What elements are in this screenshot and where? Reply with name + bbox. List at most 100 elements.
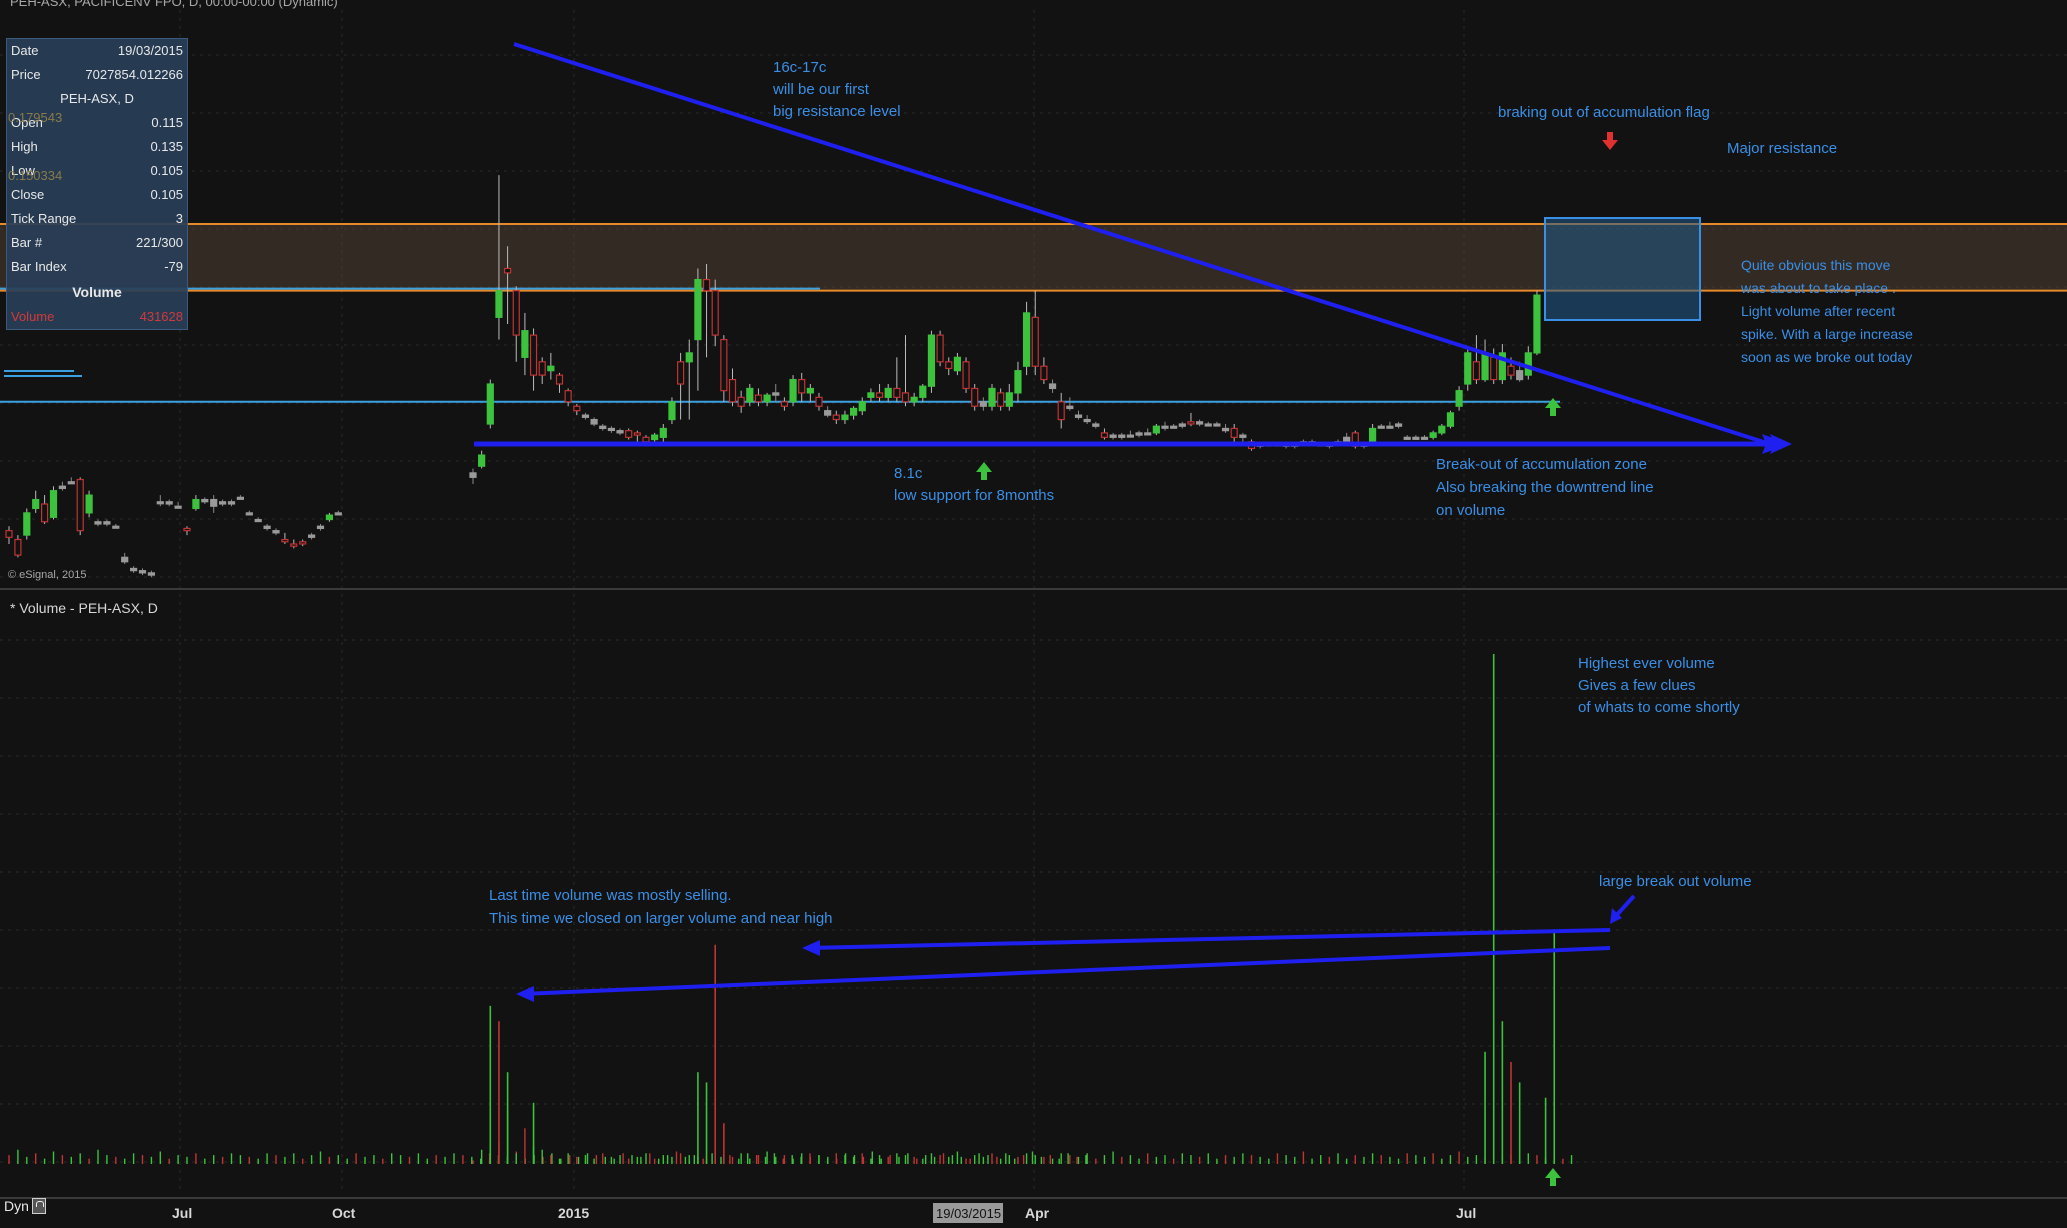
annotation-obvious-line: was about to take place .	[1740, 280, 1896, 296]
candle-body	[988, 387, 996, 407]
candle-body	[112, 525, 120, 529]
candle-body	[1152, 425, 1160, 434]
lock-icon[interactable]	[31, 1198, 46, 1214]
candle-body	[824, 410, 832, 416]
info-row: Tick Range 3	[7, 207, 187, 231]
candle-body	[573, 405, 581, 412]
candle-body	[1343, 436, 1351, 443]
annotation-obvious-line: spike. With a large increase	[1741, 326, 1913, 342]
candle-body	[1083, 418, 1091, 423]
price-volume-chart[interactable]: 16c-17c will be our first big resistance l…	[0, 0, 2067, 1228]
candle-body	[746, 387, 754, 403]
candle-body	[254, 518, 262, 523]
data-window: Date 19/03/2015 Price 7027854.012266 PEH-AS…	[6, 38, 188, 330]
symbol-label: PEH-ASX, D	[60, 91, 134, 106]
annotation-major-resistance-line: Major resistance	[1727, 140, 1837, 157]
candle-body	[210, 498, 218, 507]
candle-body	[754, 394, 763, 403]
candle-body	[547, 365, 555, 372]
candle-body	[1403, 436, 1411, 440]
candle-body	[5, 530, 13, 538]
candle-body	[290, 543, 298, 547]
accumulation-zone	[1544, 217, 1701, 321]
info-row-value: 0.105	[150, 187, 183, 202]
candle-body	[1005, 392, 1013, 407]
info-row-value: 0.115	[151, 115, 183, 130]
candle-body	[910, 396, 918, 403]
info-row: Date 19/03/2015	[7, 39, 187, 63]
candle-body	[945, 361, 953, 370]
volume-row-label: Volume	[11, 309, 55, 324]
candle-body	[616, 430, 624, 434]
annotation-obvious-line: Quite obvious this move	[1741, 257, 1891, 273]
info-row-label: Bar Index	[11, 259, 67, 274]
candle-body	[625, 430, 633, 438]
candle-body	[1472, 361, 1481, 381]
candle-body	[1533, 294, 1541, 354]
candle-body	[763, 394, 771, 403]
candle-body	[121, 556, 129, 563]
candle-body	[263, 525, 271, 530]
candle-body	[1195, 421, 1204, 425]
x-axis-tick-label: Jul	[1456, 1205, 1476, 1221]
candle-body	[1161, 425, 1169, 429]
candle-body	[685, 352, 693, 363]
candle-body	[1394, 423, 1403, 427]
candle-body	[165, 501, 173, 505]
annotation-flag-line: braking out of accumulation flag	[1498, 104, 1710, 121]
candle-body	[867, 392, 875, 398]
price-candle	[1464, 346, 1472, 391]
copyright-label: © eSignal, 2015	[8, 569, 86, 581]
candle-body	[720, 338, 728, 392]
annotation-obvious-line: Light volume after recent	[1741, 303, 1895, 319]
candle-body	[971, 387, 979, 407]
candle-body	[893, 387, 901, 398]
info-row: Bar Index -79	[7, 255, 187, 279]
price-candle	[1533, 290, 1541, 356]
candle-body	[219, 501, 227, 505]
candle-body	[1230, 427, 1238, 438]
candle-body	[997, 392, 1005, 407]
candle-body	[469, 472, 477, 478]
candle-body	[555, 374, 564, 385]
candle-body	[1429, 432, 1437, 438]
candle-body	[40, 503, 49, 523]
candle-body	[76, 478, 84, 532]
candle-body	[1412, 436, 1420, 440]
dynamic-mode-toggle[interactable]: Dyn	[4, 1198, 46, 1214]
candle-body	[1178, 423, 1186, 427]
date-badge: 19/03/2015	[936, 1206, 1001, 1221]
info-row-value: 7027854.012266	[85, 67, 183, 82]
x-axis-tick-label: Oct	[332, 1205, 356, 1221]
candle-body	[49, 490, 58, 518]
candle-body	[1221, 427, 1230, 432]
candle-body	[1446, 412, 1455, 427]
ghost-price-label-1: 0.179543	[8, 110, 63, 125]
candle-body	[581, 414, 590, 418]
candle-body	[201, 498, 209, 503]
candle-body	[1516, 370, 1524, 381]
info-row-label: Price	[11, 67, 41, 82]
annotation-highest-volume-line: Highest ever volume	[1578, 655, 1715, 672]
annotation-support-line: low support for 8months	[894, 487, 1054, 504]
candle-body	[529, 334, 538, 376]
annotation-large-breakout-line: large break out volume	[1599, 873, 1752, 890]
candle-body	[512, 290, 520, 336]
info-row-value: 221/300	[136, 235, 183, 250]
info-row-value: 0.135	[150, 139, 183, 154]
annotation-last-time-line: Last time volume was mostly selling.	[489, 887, 732, 904]
x-axis-tick-label: 2015	[558, 1205, 589, 1221]
info-row-label: Tick Range	[11, 211, 77, 226]
annotation-breakout-line: Break-out of accumulation zone	[1436, 456, 1647, 473]
candle-body	[728, 378, 737, 403]
candle-body	[130, 567, 138, 572]
candle-body	[478, 454, 486, 467]
candle-body	[486, 383, 494, 425]
candle-body	[737, 396, 745, 407]
candle-body	[1490, 356, 1498, 381]
candle-body	[1040, 365, 1048, 381]
volume-title: Volume	[72, 284, 122, 300]
candle-body	[58, 485, 67, 490]
annotation-breakout-line: on volume	[1436, 502, 1505, 519]
dyn-label: Dyn	[4, 1198, 29, 1214]
